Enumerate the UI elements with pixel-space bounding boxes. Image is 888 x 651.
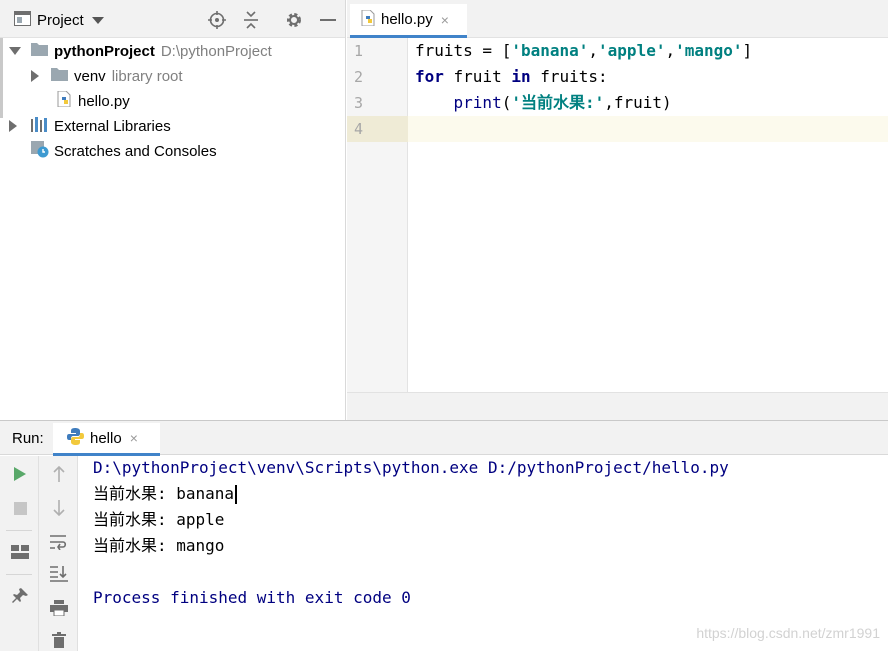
soft-wrap-icon[interactable] [49,532,69,552]
tree-item-pythonproject[interactable]: pythonProject D:\pythonProject [9,39,272,63]
code-token: , [665,41,676,60]
code-line-1[interactable]: fruits = ['banana','apple','mango'] [415,38,752,64]
console-output-line: 当前水果: apple [93,510,225,529]
expand-arrow-icon[interactable] [31,70,39,82]
toolbar-divider [6,574,32,575]
collapse-all-icon[interactable] [241,10,261,30]
pin-icon[interactable] [10,586,30,606]
console-output-line: 当前水果: mango [93,536,225,555]
line-number: 1 [354,42,364,60]
line-number: 4 [354,120,364,138]
code-token: fruit [443,67,512,86]
close-icon[interactable]: × [441,12,449,28]
code-token: ( [501,93,512,112]
line-number-gutter [347,38,408,392]
code-line-2[interactable]: for fruit in fruits: [415,64,608,90]
line-number: 2 [354,68,364,86]
tree-item-label: External Libraries [54,117,171,135]
project-title: Project [37,11,84,29]
console-command-line: D:\pythonProject\venv\Scripts\python.exe… [93,458,729,477]
line-number: 3 [354,94,364,112]
editor-area: hello.py × 1 2 3 4 fruits = ['banana','a… [347,0,888,420]
run-tool-window: Run: hello × D:\pythonProject\venv\Scrip… [0,420,888,651]
code-token: ,fruit) [604,93,672,112]
tree-item-label: Scratches and Consoles [54,142,217,160]
trash-icon[interactable] [49,630,69,650]
stop-icon[interactable] [10,498,30,518]
editor-breadcrumb-bar [347,392,888,420]
editor-tab-bar: hello.py × [347,0,888,38]
code-token: fruits: [530,67,608,86]
print-icon[interactable] [49,598,69,618]
watermark: https://blog.csdn.net/zmr1991 [696,625,880,641]
text-cursor [235,485,238,504]
code-line-3[interactable]: print('当前水果:',fruit) [415,90,672,116]
console-exit-message: Process finished with exit code 0 [93,588,411,607]
tree-item-path: D:\pythonProject [160,42,272,60]
arrow-up-icon[interactable] [49,464,69,484]
tab-label: hello.py [381,11,433,28]
tree-item-label: hello.py [78,92,130,110]
expand-arrow-icon[interactable] [9,120,17,132]
code-string: 'banana' [511,41,589,60]
chevron-down-icon [91,16,104,24]
run-label: Run: [12,430,44,447]
code-keyword: for [415,67,444,86]
tree-item-detail: library root [111,67,183,85]
tree-item-label: pythonProject [54,42,155,60]
console-output-text: 当前水果: banana [93,484,235,503]
scroll-indicator [0,38,3,118]
code-builtin: print [453,93,502,112]
locate-file-icon[interactable] [207,10,227,30]
project-tool-window: Project pythonProject D:\pythonProject v… [0,0,346,420]
code-string: 'mango' [675,41,743,60]
project-header: Project [0,0,345,38]
project-view-selector[interactable]: Project [14,10,104,30]
gear-icon[interactable] [284,10,304,30]
tree-item-label: venv [74,67,106,85]
hide-panel-icon[interactable] [318,10,338,30]
python-file-icon [56,90,72,111]
console-output-line: 当前水果: banana [93,481,238,507]
scroll-to-end-icon[interactable] [49,564,69,584]
close-icon[interactable]: × [130,430,138,446]
tree-item-hello-py[interactable]: hello.py [56,89,130,113]
run-toolbar-secondary [39,456,78,651]
tree-item-scratches[interactable]: Scratches and Consoles [31,139,217,163]
code-string: '当前水果:' [511,93,605,112]
python-file-icon [360,9,376,29]
code-token: , [588,41,599,60]
tree-item-venv[interactable]: venv library root [31,64,183,88]
code-string: 'apple' [598,41,666,60]
scratches-icon [31,140,49,162]
code-token: fruits = [ [415,41,512,60]
run-tab-label: hello [90,429,122,447]
arrow-down-icon[interactable] [49,498,69,518]
tab-run-hello[interactable]: hello × [53,423,160,456]
rerun-icon[interactable] [10,464,30,484]
tab-hello-py[interactable]: hello.py × [350,4,467,38]
current-line-highlight [347,116,888,142]
libraries-icon [31,116,49,136]
run-header: Run: hello × [0,420,888,456]
python-icon [67,428,84,448]
code-token: ] [742,41,753,60]
toolbar-divider [6,530,32,531]
project-window-icon [14,11,31,29]
folder-icon [51,67,68,85]
run-toolbar-primary [0,456,39,651]
code-keyword: in [511,67,531,86]
folder-icon [31,42,48,60]
expand-arrow-icon[interactable] [9,47,21,55]
layout-icon[interactable] [10,542,30,562]
tree-item-external-libraries[interactable]: External Libraries [9,114,171,138]
